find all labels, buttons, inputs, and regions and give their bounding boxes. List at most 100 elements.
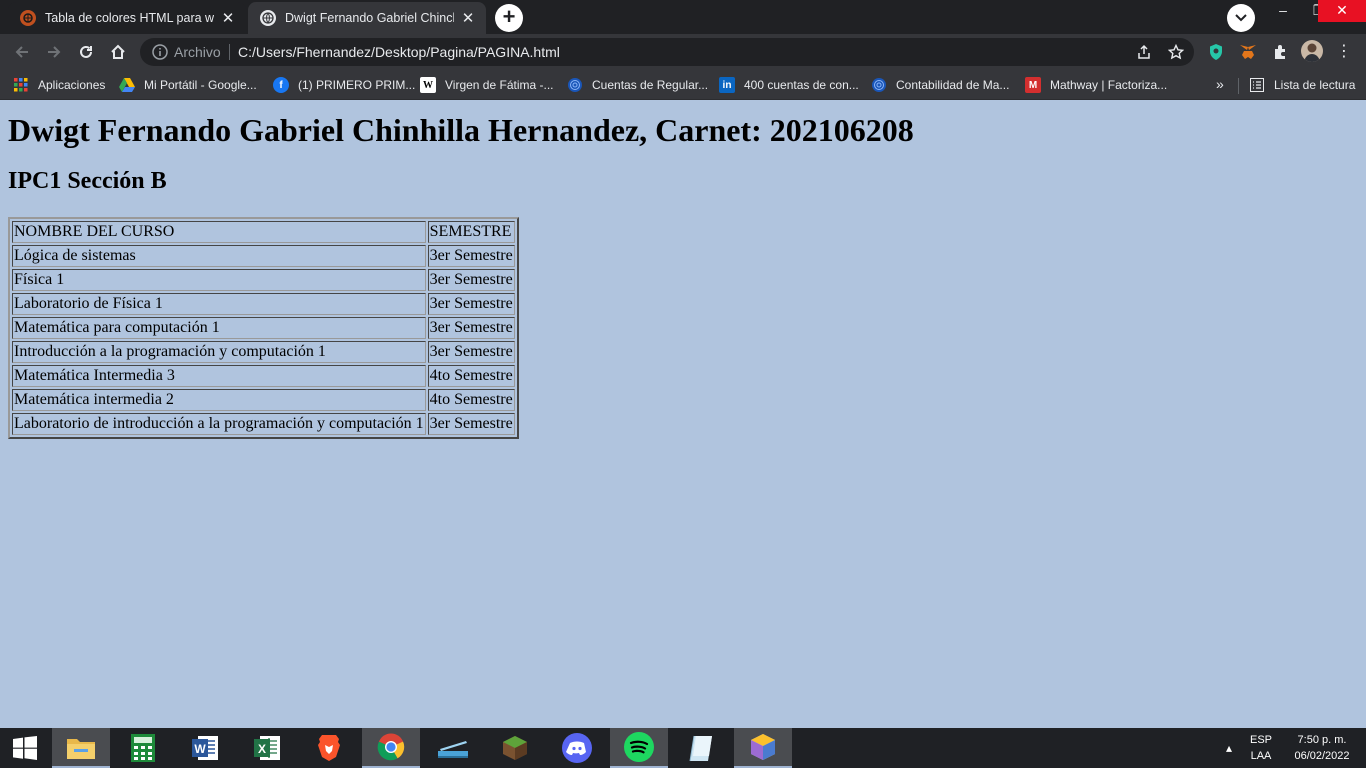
taskbar-chrome[interactable]: [362, 728, 420, 768]
tab-dwigt-page[interactable]: Dwigt Fernando Gabriel Chinchilla ✕: [248, 2, 486, 34]
chrome-icon: [377, 733, 405, 761]
bookmark-mi-portatil[interactable]: Mi Portátil - Google...: [119, 76, 257, 94]
taskbar-notes[interactable]: [672, 728, 730, 768]
reading-list-button[interactable]: Lista de lectura: [1249, 76, 1355, 94]
browser-tab-strip: Tabla de colores HTML para web ✕ Dwigt F…: [0, 0, 1366, 34]
course-cell: Matemática para computación 1: [12, 317, 426, 339]
reload-button[interactable]: [74, 40, 98, 64]
brave-icon: [318, 735, 340, 761]
bookmark-cuentas-regular[interactable]: Cuentas de Regular...: [567, 76, 708, 94]
address-divider: [229, 44, 230, 60]
reading-list-label: Lista de lectura: [1274, 78, 1356, 92]
address-url[interactable]: C:/Users/Fhernandez/Desktop/Pagina/PAGIN…: [238, 44, 560, 60]
share-icon[interactable]: [1136, 44, 1152, 60]
windows-taskbar: W X ▴ ESP LAA 7:50 p. m. 06/02/2022: [0, 728, 1366, 768]
bookmark-label: Contabilidad de Ma...: [896, 78, 1010, 92]
file-explorer-icon: [67, 739, 95, 759]
globe-icon: [871, 77, 887, 93]
taskbar-scanner[interactable]: [424, 728, 482, 768]
taskbar-excel[interactable]: X: [238, 728, 296, 768]
bookmark-label: (1) PRIMERO PRIM...: [298, 78, 416, 92]
extensions-puzzle-icon[interactable]: [1270, 42, 1290, 62]
profile-avatar[interactable]: [1301, 40, 1323, 62]
wikipedia-icon: W: [420, 77, 436, 93]
semester-cell: 3er Semestre: [427, 317, 515, 339]
taskbar-word[interactable]: W: [176, 728, 234, 768]
language-top: ESP: [1249, 734, 1272, 746]
forward-button[interactable]: [42, 40, 66, 64]
back-button[interactable]: [10, 40, 34, 64]
clock-date: 06/02/2022: [1294, 750, 1350, 762]
chevron-down-icon: [1235, 14, 1247, 22]
excel-icon: X: [254, 736, 280, 760]
reload-icon: [80, 45, 92, 58]
bookmark-virgen-fatima[interactable]: W Virgen de Fátima -...: [420, 76, 554, 94]
bookmark-label: Aplicaciones: [38, 78, 106, 92]
globe-icon: [567, 77, 583, 93]
semester-cell: 3er Semestre: [427, 413, 515, 435]
home-button[interactable]: [106, 40, 130, 64]
calculator-icon: [131, 734, 155, 762]
header-cell-semester: SEMESTRE: [427, 221, 515, 243]
address-prefix: Archivo: [174, 44, 221, 60]
taskbar-spotify[interactable]: [610, 728, 668, 768]
show-hidden-icons-button[interactable]: ▴: [1226, 740, 1232, 756]
taskbar-file-explorer[interactable]: [52, 728, 110, 768]
table-row: Matemática Intermedia 3 4to Semestre: [12, 365, 515, 387]
start-button[interactable]: [0, 728, 50, 768]
browser-toolbar: Archivo C:/Users/Fhernandez/Desktop/Pagi…: [0, 34, 1366, 70]
info-icon[interactable]: [152, 44, 168, 60]
virtualbox-icon: [751, 734, 775, 760]
tab-close-icon[interactable]: ✕: [460, 9, 476, 27]
taskbar-brave[interactable]: [300, 728, 358, 768]
bookmarks-divider: [1238, 78, 1239, 94]
shield-extension-icon[interactable]: [1206, 42, 1226, 62]
tab-title: Dwigt Fernando Gabriel Chinchilla: [285, 11, 454, 25]
semester-cell: 3er Semestre: [427, 341, 515, 363]
course-table: NOMBRE DEL CURSO SEMESTRE Lógica de sist…: [8, 217, 519, 439]
course-cell: Introducción a la programación y computa…: [12, 341, 426, 363]
language-indicator[interactable]: ESP LAA: [1248, 732, 1274, 764]
taskbar-calculator[interactable]: [114, 728, 172, 768]
bookmark-mathway[interactable]: M Mathway | Factoriza...: [1025, 76, 1167, 94]
clock[interactable]: 7:50 p. m. 06/02/2022: [1282, 732, 1362, 764]
spotify-icon: [624, 732, 654, 762]
semester-cell: 3er Semestre: [427, 269, 515, 291]
bookmark-label: Mi Portátil - Google...: [144, 78, 257, 92]
svg-text:W: W: [194, 742, 206, 756]
bookmark-aplicaciones[interactable]: Aplicaciones: [13, 76, 105, 94]
taskbar-virtualbox[interactable]: [734, 728, 792, 768]
arrow-left-icon: [15, 46, 28, 58]
discord-icon: [562, 733, 592, 763]
taskbar-discord[interactable]: [548, 728, 606, 768]
scanner-icon: [438, 741, 468, 758]
course-cell: Matemática intermedia 2: [12, 389, 426, 411]
bookmark-label: Mathway | Factoriza...: [1050, 78, 1168, 92]
close-window-button[interactable]: ✕: [1318, 0, 1366, 22]
bookmark-label: 400 cuentas de con...: [744, 78, 859, 92]
taskbar-minecraft[interactable]: [486, 728, 544, 768]
address-bar[interactable]: Archivo C:/Users/Fhernandez/Desktop/Pagi…: [140, 38, 1194, 66]
svg-text:X: X: [258, 742, 266, 756]
course-cell: Matemática Intermedia 3: [12, 365, 426, 387]
more-bookmarks-button[interactable]: »: [1216, 76, 1224, 92]
bookmarks-bar: Aplicaciones Mi Portátil - Google... f (…: [0, 70, 1366, 100]
bookmark-label: Cuentas de Regular...: [592, 78, 709, 92]
minecraft-icon: [503, 736, 527, 760]
semester-cell: 4to Semestre: [427, 389, 515, 411]
tab-search-button[interactable]: [1227, 4, 1255, 32]
tab-close-icon[interactable]: ✕: [220, 9, 236, 27]
new-tab-button[interactable]: +: [495, 4, 523, 32]
clock-time: 7:50 p. m.: [1297, 734, 1347, 746]
star-icon[interactable]: [1168, 44, 1184, 60]
table-row: Lógica de sistemas 3er Semestre: [12, 245, 515, 267]
menu-kebab-icon[interactable]: ⋮: [1334, 42, 1354, 62]
tab-colores-html[interactable]: Tabla de colores HTML para web ✕: [8, 2, 246, 34]
course-cell: Laboratorio de Física 1: [12, 293, 426, 315]
bookmark-contabilidad[interactable]: Contabilidad de Ma...: [871, 76, 1009, 94]
bookmark-400-cuentas[interactable]: in 400 cuentas de con...: [719, 76, 859, 94]
metamask-icon[interactable]: [1238, 42, 1258, 62]
home-icon: [111, 44, 125, 59]
web-tab-favicon-icon: [20, 10, 36, 26]
bookmark-primero-prim[interactable]: f (1) PRIMERO PRIM...: [273, 76, 415, 94]
